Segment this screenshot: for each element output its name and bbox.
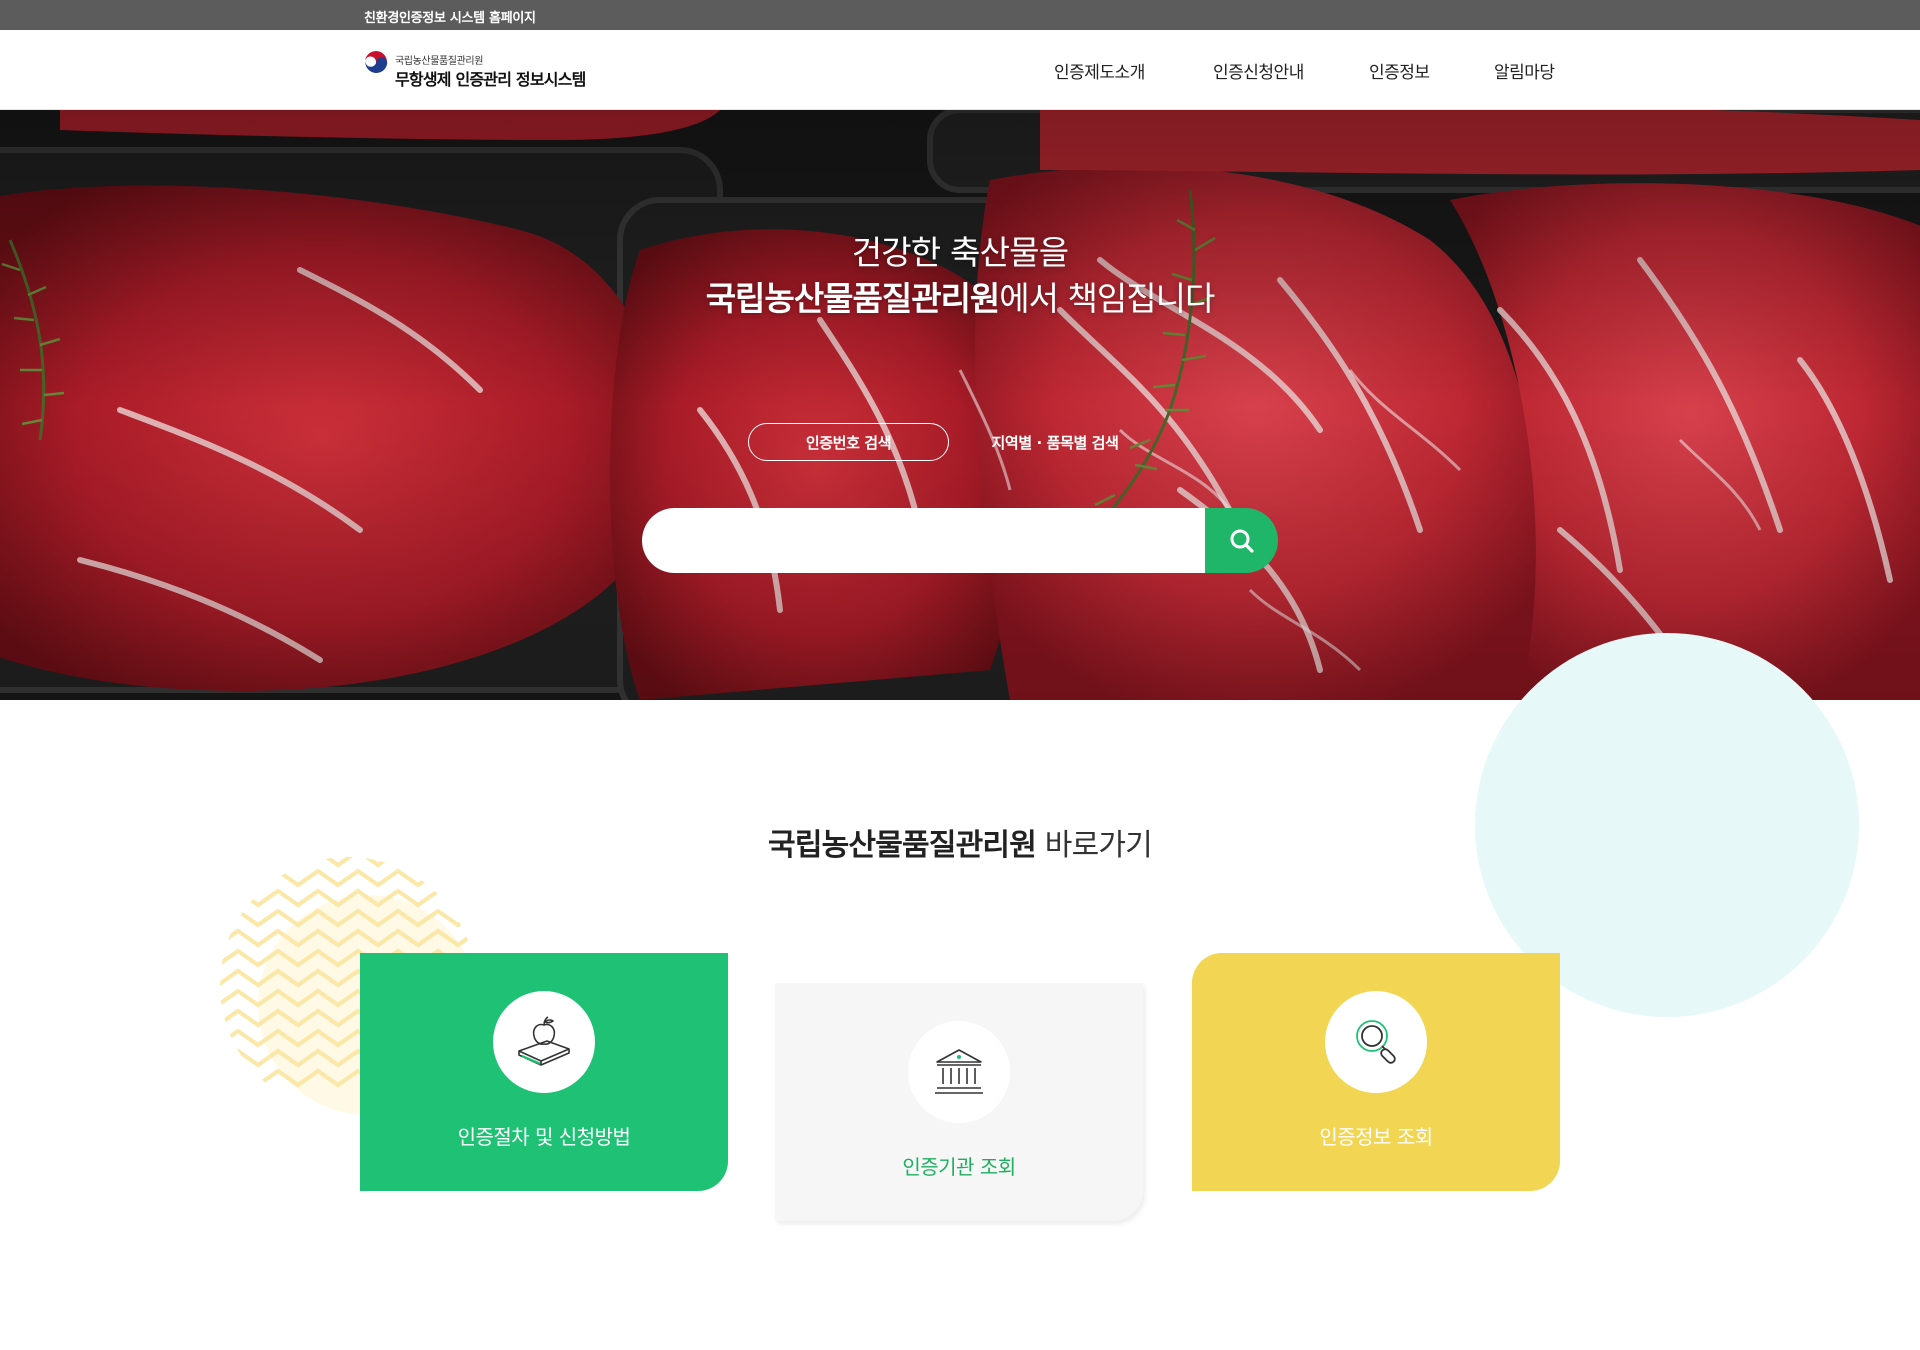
- tab-cert-number-search[interactable]: 인증번호 검색: [748, 423, 949, 461]
- card-label: 인증정보 조회: [1319, 1125, 1433, 1149]
- shortcut-card-procedure[interactable]: 인증절차 및 신청방법: [360, 953, 728, 1191]
- card-icon-circle: [908, 1021, 1010, 1123]
- hero-headline-rest: 에서 책임집니다: [999, 279, 1215, 318]
- meat-background-image: [0, 110, 1920, 700]
- search-input[interactable]: [642, 508, 1207, 573]
- header: 국립농산물품질관리원 무항생제 인증관리 정보시스템 인증제도소개 인증신청안내…: [0, 30, 1920, 110]
- hero-headline-line2: 국립농산물품질관리원에서 책임집니다: [0, 272, 1920, 320]
- top-utility-bar: 친환경인증정보 시스템 홈페이지: [0, 0, 1920, 30]
- taegeuk-emblem-icon: [363, 51, 389, 77]
- hero-headline-org: 국립농산물품질관리원: [705, 279, 1001, 318]
- tab-region-item-search[interactable]: 지역별 · 품목별 검색: [970, 423, 1140, 461]
- hero-banner: 건강한 축산물을 국립농산물품질관리원에서 책임집니다 인증번호 검색 지역별 …: [0, 110, 1920, 700]
- nav-item-application-guide[interactable]: 인증신청안내: [1213, 58, 1304, 83]
- logo-title: 무항생제 인증관리 정보시스템: [395, 70, 586, 89]
- card-icon-circle: [1325, 991, 1427, 1093]
- section-title-org: 국립농산물품질관리원: [768, 828, 1037, 863]
- card-icon-circle: [493, 991, 595, 1093]
- institution-building-icon: [935, 1049, 983, 1094]
- nav-item-certification-intro[interactable]: 인증제도소개: [1054, 58, 1145, 83]
- hero-headline-line1: 건강한 축산물을: [851, 233, 1069, 272]
- search-button[interactable]: [1205, 508, 1278, 573]
- shortcut-card-cert-info[interactable]: 인증정보 조회: [1192, 953, 1560, 1191]
- nav-item-notice-board[interactable]: 알림마당: [1494, 58, 1555, 83]
- section-title: 국립농산물품질관리원 바로가기: [0, 820, 1920, 864]
- card-label: 인증기관 조회: [902, 1155, 1016, 1179]
- nav-item-certification-info[interactable]: 인증정보: [1369, 58, 1430, 83]
- section-title-rest: 바로가기: [1036, 828, 1153, 863]
- shortcut-card-institution[interactable]: 인증기관 조회: [775, 983, 1143, 1221]
- site-link[interactable]: 친환경인증정보 시스템 홈페이지: [364, 7, 536, 26]
- apple-book-icon: [518, 1016, 570, 1066]
- search-icon: [1230, 529, 1254, 553]
- magnifier-icon: [1356, 1020, 1396, 1064]
- card-label: 인증절차 및 신청방법: [457, 1125, 631, 1149]
- logo[interactable]: 국립농산물품질관리원 무항생제 인증관리 정보시스템: [362, 46, 622, 92]
- logo-subtitle: 국립농산물품질관리원: [395, 56, 484, 67]
